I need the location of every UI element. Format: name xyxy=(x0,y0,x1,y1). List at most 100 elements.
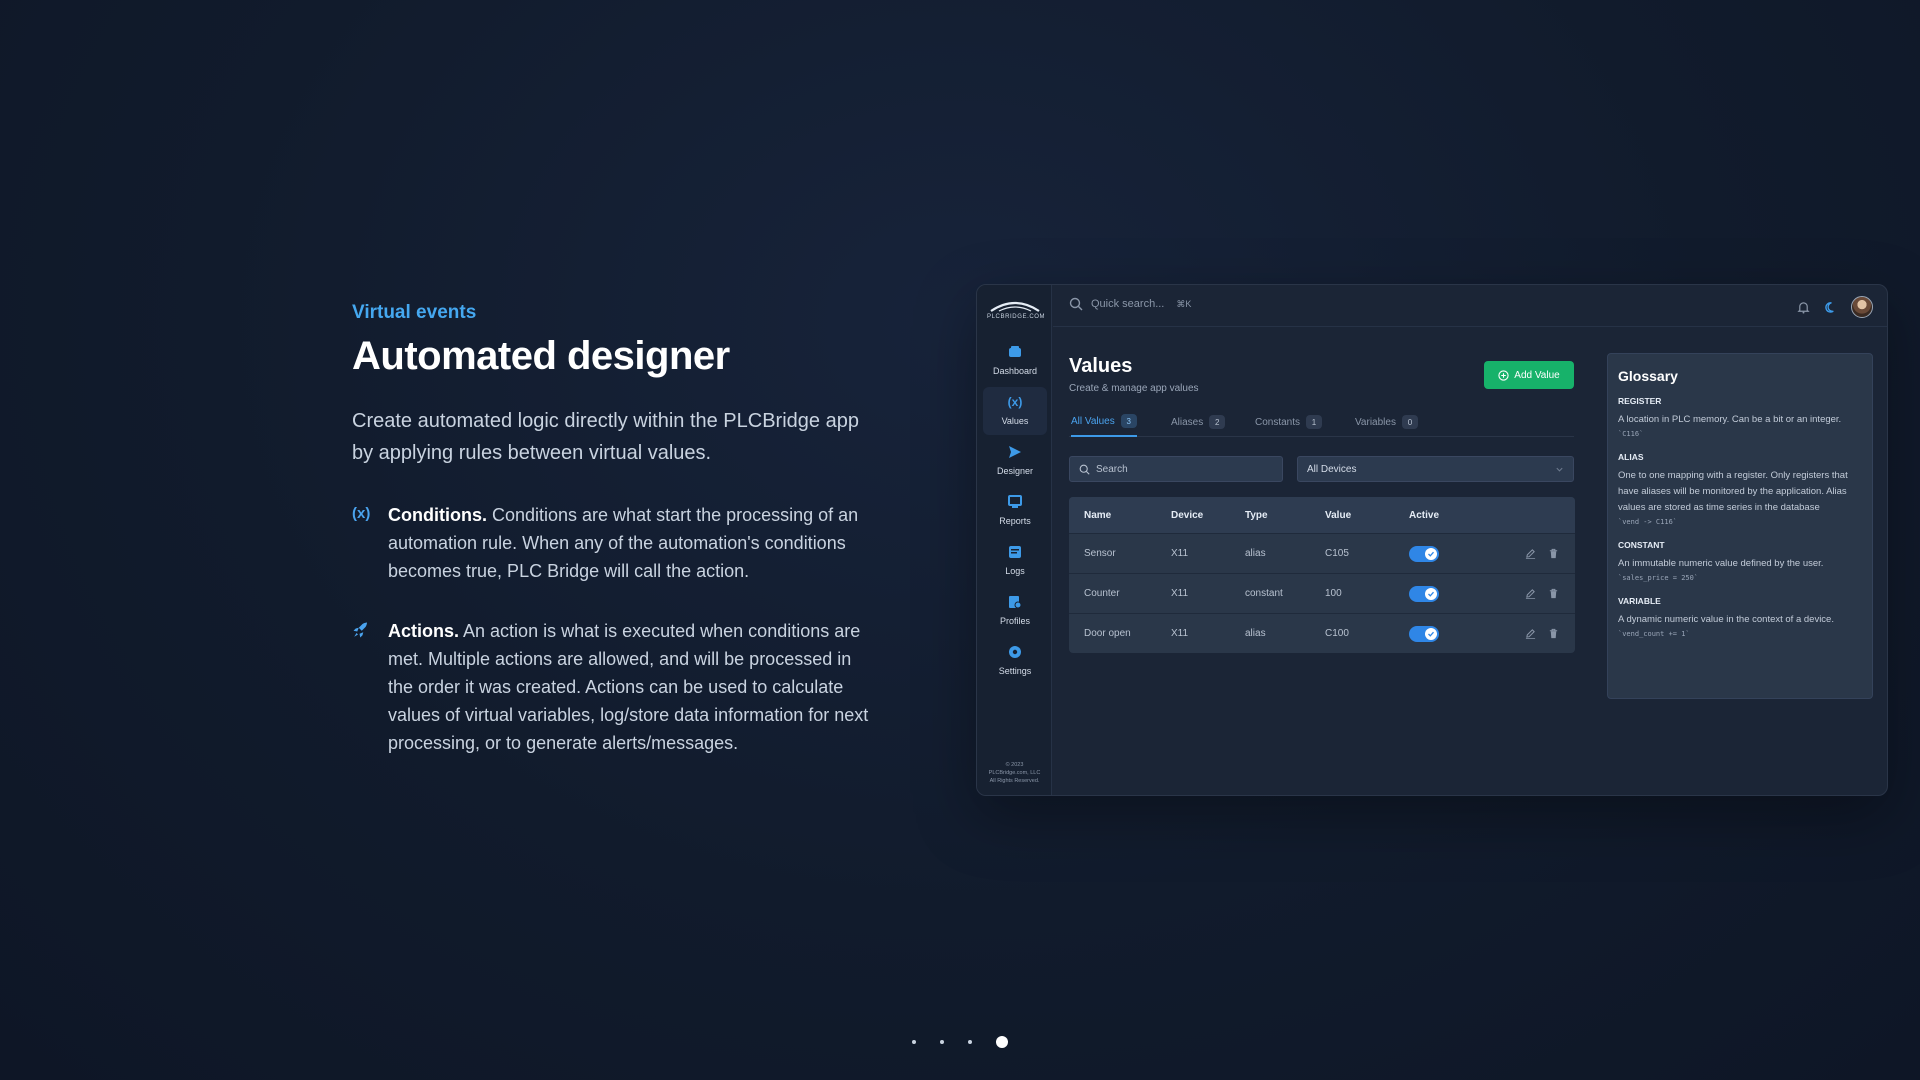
rocket-icon xyxy=(352,621,372,757)
tab-count: 2 xyxy=(1209,415,1226,429)
quick-search-shortcut: ⌘K xyxy=(1176,298,1192,309)
tab-all-values[interactable]: All Values 3 xyxy=(1071,407,1137,437)
sidebar-item-profiles[interactable]: Profiles xyxy=(983,587,1047,635)
copyright-line: All Rights Reserved. xyxy=(989,778,1040,784)
column-header-active: Active xyxy=(1409,509,1440,521)
search-icon xyxy=(1079,464,1090,475)
edit-icon[interactable] xyxy=(1525,548,1536,559)
table-row: Sensor X11 alias C105 xyxy=(1069,533,1575,573)
glossary-desc: One to one mapping with a register. Only… xyxy=(1618,470,1848,513)
log-icon xyxy=(983,545,1047,561)
hero-lead: Create automated logic directly within t… xyxy=(352,410,859,464)
values-search-input[interactable] xyxy=(1096,463,1266,475)
copyright: © 2023 PLCBridge.com, LLC All Rights Res… xyxy=(977,761,1052,785)
glossary-title: Glossary xyxy=(1618,368,1678,384)
column-header-type: Type xyxy=(1245,509,1268,521)
cell-device: X11 xyxy=(1171,548,1189,559)
logo[interactable]: PLCBRIDGE.COM xyxy=(987,299,1046,321)
sidebar-item-label: Logs xyxy=(1005,566,1025,576)
edit-icon[interactable] xyxy=(1525,628,1536,639)
glossary-code: `vend -> C116` xyxy=(1618,518,1678,526)
carousel-dot[interactable] xyxy=(912,1040,916,1044)
carousel-dot-active[interactable] xyxy=(996,1036,1008,1048)
edit-icon[interactable] xyxy=(1525,588,1536,599)
trash-icon[interactable] xyxy=(1548,628,1559,639)
active-toggle[interactable] xyxy=(1409,545,1439,562)
glossary-code: `vend_count += 1` xyxy=(1618,630,1690,638)
glossary-desc: An immutable numeric value defined by th… xyxy=(1618,558,1824,569)
check-icon xyxy=(1425,627,1437,640)
sidebar-item-label: Reports xyxy=(999,516,1031,526)
plus-circle-icon xyxy=(1498,369,1509,381)
tab-count: 1 xyxy=(1306,415,1323,429)
cell-name: Sensor xyxy=(1084,548,1116,559)
dashboard-icon xyxy=(983,345,1047,361)
tabs: All Values 3 Aliases 2 Constants 1 Varia… xyxy=(1069,407,1574,437)
hero-copy: Virtual events Automated designer Create… xyxy=(352,302,872,789)
tab-aliases[interactable]: Aliases 2 xyxy=(1171,407,1226,437)
sidebar-item-label: Settings xyxy=(998,666,1032,676)
sidebar-item-dashboard[interactable]: Dashboard xyxy=(983,337,1047,385)
carousel-dot[interactable] xyxy=(968,1040,972,1044)
cell-value: C100 xyxy=(1325,628,1349,639)
column-header-name: Name xyxy=(1084,509,1112,521)
feature-text: Conditions. Conditions are what start th… xyxy=(388,501,872,585)
tab-label: Constants xyxy=(1255,416,1301,428)
cell-name: Door open xyxy=(1084,628,1131,639)
sidebar-item-settings[interactable]: Settings xyxy=(983,637,1047,685)
check-icon xyxy=(1425,587,1437,600)
values-search[interactable] xyxy=(1069,456,1283,482)
trash-icon[interactable] xyxy=(1548,548,1559,559)
table-row: Door open X11 alias C100 xyxy=(1069,613,1575,653)
cell-type: constant xyxy=(1245,588,1283,599)
table-row: Counter X11 constant 100 xyxy=(1069,573,1575,613)
topbar: Quick search... ⌘K xyxy=(1053,285,1887,327)
glossary-desc: A location in PLC memory. Can be a bit o… xyxy=(1618,414,1842,425)
glossary-desc: A dynamic numeric value in the context o… xyxy=(1618,614,1834,625)
page-title: Values xyxy=(1069,355,1133,377)
variable-x-icon: (x) xyxy=(1007,395,1023,409)
page-subtitle: Create & manage app values xyxy=(1069,383,1199,394)
tab-variables[interactable]: Variables 0 xyxy=(1355,407,1418,437)
tab-constants[interactable]: Constants 1 xyxy=(1255,407,1323,437)
tab-label: All Values xyxy=(1071,415,1115,427)
bell-icon[interactable] xyxy=(1797,301,1810,314)
device-select[interactable]: All Devices xyxy=(1297,456,1574,482)
active-toggle[interactable] xyxy=(1409,585,1439,602)
tab-count: 3 xyxy=(1120,414,1137,428)
avatar[interactable] xyxy=(1851,296,1873,318)
moon-icon[interactable] xyxy=(1824,301,1837,314)
cell-value: C105 xyxy=(1325,548,1349,559)
sidebar-item-reports[interactable]: Reports xyxy=(983,487,1047,535)
carousel-dot[interactable] xyxy=(940,1040,944,1044)
cell-type: alias xyxy=(1245,628,1266,639)
add-value-button[interactable]: Add Value xyxy=(1484,361,1574,389)
cell-type: alias xyxy=(1245,548,1266,559)
trash-icon[interactable] xyxy=(1548,588,1559,599)
profile-icon xyxy=(983,595,1047,611)
add-value-label: Add Value xyxy=(1514,369,1560,381)
column-header-value: Value xyxy=(1325,509,1352,521)
logo-text: PLCBRIDGE.COM xyxy=(987,314,1046,320)
sidebar-item-label: Profiles xyxy=(999,616,1030,626)
copyright-line: PLCBridge.com, LLC xyxy=(988,770,1041,776)
sidebar-item-logs[interactable]: Logs xyxy=(983,537,1047,585)
tab-label: Variables xyxy=(1355,416,1396,428)
cell-device: X11 xyxy=(1171,588,1189,599)
app-window: PLCBRIDGE.COM Dashboard (x) Values Desig… xyxy=(976,284,1888,796)
values-table: Name Device Type Value Active Sensor X11… xyxy=(1069,497,1575,653)
feature-text: Actions. An action is what is executed w… xyxy=(388,617,872,757)
sidebar-item-values[interactable]: (x) Values xyxy=(983,387,1047,435)
tab-count: 0 xyxy=(1401,415,1418,429)
sidebar-item-label: Dashboard xyxy=(992,366,1038,376)
copyright-line: © 2023 xyxy=(1005,762,1024,768)
sidebar-item-designer[interactable]: Designer xyxy=(983,437,1047,485)
table-header: Name Device Type Value Active xyxy=(1069,497,1575,533)
feature-actions: Actions. An action is what is executed w… xyxy=(352,617,872,757)
check-icon xyxy=(1425,547,1437,560)
quick-search[interactable]: Quick search... ⌘K xyxy=(1069,297,1191,311)
glossary-code: `C116` xyxy=(1618,430,1644,438)
topbar-actions xyxy=(1797,296,1873,318)
feature-conditions: (x) Conditions. Conditions are what star… xyxy=(352,501,872,585)
active-toggle[interactable] xyxy=(1409,625,1439,642)
